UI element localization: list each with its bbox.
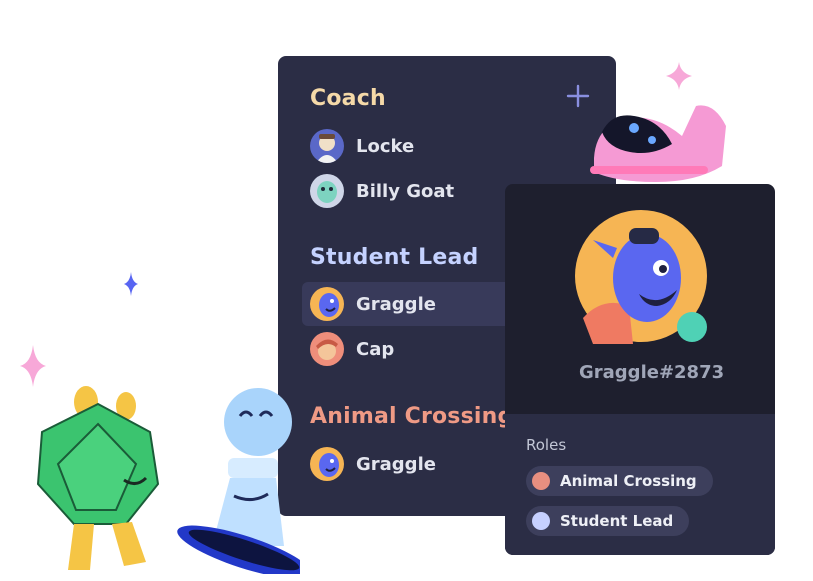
graggle-avatar — [310, 287, 344, 321]
role-heading-student-lead: Student Lead — [310, 245, 479, 270]
member-name: Billy Goat — [356, 180, 455, 202]
role-pill-label: Student Lead — [560, 512, 674, 530]
cap-avatar — [310, 332, 344, 366]
user-tag: Graggle#2873 — [579, 362, 725, 383]
role-color-dot — [532, 512, 550, 530]
locke-avatar — [310, 129, 344, 163]
member-name: Cap — [356, 338, 395, 360]
sparkle-icon — [124, 272, 138, 296]
roles-label: Roles — [526, 436, 567, 454]
role-heading-coach: Coach — [310, 86, 386, 111]
member-name: Locke — [356, 135, 415, 157]
status-dot — [677, 312, 707, 342]
graggle-avatar — [310, 447, 344, 481]
role-pill-label: Animal Crossing — [560, 472, 697, 490]
role-pill-animal-crossing[interactable]: Animal Crossing — [526, 466, 713, 496]
member-name: Graggle — [356, 293, 436, 315]
billy-goat-avatar — [310, 174, 344, 208]
member-name: Graggle — [356, 453, 436, 475]
profile-card: Graggle#2873 Roles Animal Crossing Stude… — [505, 184, 775, 555]
chess-pawn-character — [177, 388, 300, 574]
sparkle-icon — [666, 62, 692, 90]
sneaker-illustration — [590, 105, 726, 182]
role-pill-student-lead[interactable]: Student Lead — [526, 506, 690, 536]
role-color-dot — [532, 472, 550, 490]
sparkle-icon — [20, 345, 46, 387]
member-item[interactable]: Locke — [302, 124, 552, 168]
role-heading-animal-crossing: Animal Crossing — [310, 404, 514, 429]
d20-dice-character — [36, 386, 160, 570]
